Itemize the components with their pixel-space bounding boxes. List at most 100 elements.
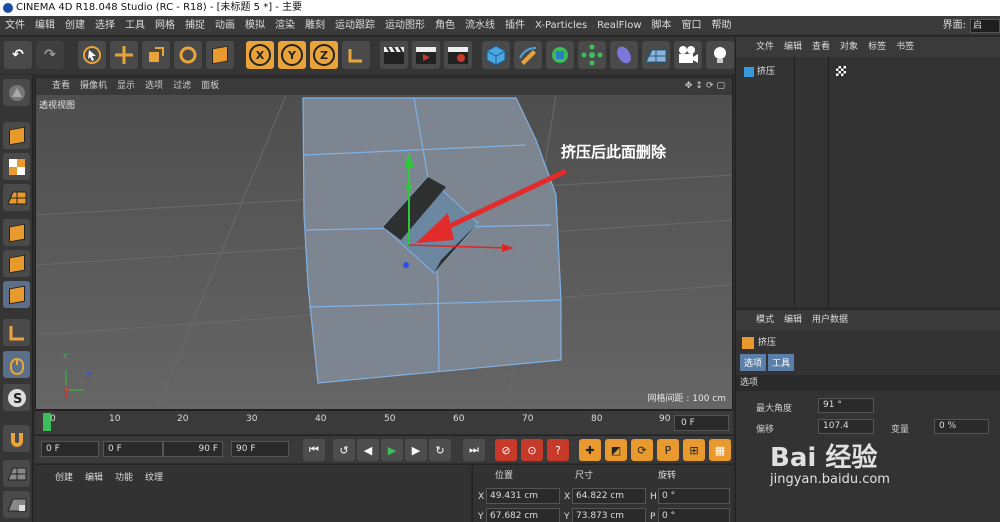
add-deformer-button[interactable] xyxy=(610,41,638,69)
variance-field[interactable]: 0 % xyxy=(934,419,989,434)
viewport-menu-options[interactable]: 选项 xyxy=(140,78,168,95)
z-axis-lock-button[interactable]: Z xyxy=(310,41,338,69)
snap-enable-button[interactable] xyxy=(3,425,30,452)
menu-snap[interactable]: 捕捉 xyxy=(180,16,210,36)
previous-key-button[interactable]: ↺ xyxy=(333,439,355,461)
rotation-h-field[interactable]: 0 ° xyxy=(658,488,730,504)
menu-motion-tracking[interactable]: 运动跟踪 xyxy=(330,16,380,36)
viewport-menu-camera[interactable]: 摄像机 xyxy=(75,78,112,95)
add-generator-button[interactable] xyxy=(546,41,574,69)
menu-select[interactable]: 选择 xyxy=(90,16,120,36)
menu-mograph[interactable]: 运动图形 xyxy=(380,16,430,36)
add-array-button[interactable] xyxy=(578,41,606,69)
tab-tool[interactable]: 工具 xyxy=(768,354,795,371)
add-spline-button[interactable] xyxy=(514,41,542,69)
menu-simulate[interactable]: 模拟 xyxy=(240,16,270,36)
add-camera-button[interactable] xyxy=(674,41,702,69)
polygons-mode-button[interactable] xyxy=(3,281,30,308)
record-button[interactable]: ⊘ xyxy=(495,439,517,461)
viewport-menu-filter[interactable]: 过滤 xyxy=(168,78,196,95)
add-floor-button[interactable] xyxy=(642,41,670,69)
x-axis-lock-button[interactable]: X xyxy=(246,41,274,69)
object-menu-tags[interactable]: 标签 xyxy=(863,37,891,57)
go-to-start-button[interactable]: ⏮ xyxy=(303,439,325,461)
add-light-button[interactable] xyxy=(706,41,734,69)
max-angle-field[interactable]: 91 ° xyxy=(818,398,874,413)
menu-edit[interactable]: 编辑 xyxy=(30,16,60,36)
add-cube-button[interactable] xyxy=(482,41,510,69)
menu-pipeline[interactable]: 流水线 xyxy=(460,16,500,36)
redo-button[interactable]: ↷ xyxy=(36,41,64,69)
current-frame-field[interactable]: 0 F xyxy=(674,415,729,431)
workplane-button[interactable] xyxy=(3,460,30,487)
menu-help[interactable]: 帮助 xyxy=(707,16,737,36)
menu-mesh[interactable]: 网格 xyxy=(150,16,180,36)
texture-tag-icon[interactable] xyxy=(836,66,846,76)
menu-script[interactable]: 脚本 xyxy=(647,16,677,36)
autokey-button[interactable]: ⊙ xyxy=(521,439,543,461)
position-x-field[interactable]: 49.431 cm xyxy=(486,488,560,504)
attribute-menu-edit[interactable]: 编辑 xyxy=(779,310,807,330)
end-frame-field[interactable]: 90 F xyxy=(231,441,289,457)
enable-axis-button[interactable] xyxy=(3,319,30,346)
points-mode-button[interactable] xyxy=(3,219,30,246)
y-axis-lock-button[interactable]: Y xyxy=(278,41,306,69)
tab-options[interactable]: 选项 xyxy=(740,354,767,371)
next-frame-button[interactable]: ▶ xyxy=(405,439,427,461)
layout-dropdown[interactable]: 启 xyxy=(970,19,1000,33)
record-rotation-button[interactable]: ⟳ xyxy=(631,439,653,461)
menu-file[interactable]: 文件 xyxy=(0,16,30,36)
object-menu-bookmarks[interactable]: 书签 xyxy=(891,37,919,57)
timeline-mode-button[interactable]: ▦ xyxy=(709,439,731,461)
edges-mode-button[interactable] xyxy=(3,250,30,277)
object-menu-objects[interactable]: 对象 xyxy=(835,37,863,57)
texture-mode-button[interactable] xyxy=(3,153,30,180)
viewport-menu-panel[interactable]: 面板 xyxy=(196,78,224,95)
render-view-button[interactable] xyxy=(380,41,408,69)
menu-tools[interactable]: 工具 xyxy=(120,16,150,36)
snap-settings-button[interactable]: S xyxy=(3,384,30,411)
size-y-field[interactable]: 73.873 cm xyxy=(572,508,646,522)
viewport-menu-view[interactable]: 查看 xyxy=(36,78,75,95)
menu-plugins[interactable]: 插件 xyxy=(500,16,530,36)
keyframe-selection-button[interactable]: ? xyxy=(547,439,569,461)
perspective-viewport[interactable]: 查看 摄像机 显示 选项 过滤 面板 ✥↕⟳▢ 透视视图 Y Z X 挤压后此面… xyxy=(35,77,733,410)
record-scale-button[interactable]: ◩ xyxy=(605,439,627,461)
make-editable-button[interactable] xyxy=(3,79,30,106)
record-pla-button[interactable]: ⊞ xyxy=(683,439,705,461)
go-to-end-button[interactable]: ⏭ xyxy=(463,439,485,461)
timeline[interactable]: 0 10 20 30 40 50 60 70 80 90 0 F xyxy=(35,410,733,434)
live-select-button[interactable] xyxy=(78,41,106,69)
viewport-menu-display[interactable]: 显示 xyxy=(112,78,140,95)
workplane-mode-button[interactable] xyxy=(3,184,30,211)
material-menu-create[interactable]: 创建 xyxy=(35,468,79,488)
rotate-button[interactable] xyxy=(174,41,202,69)
coordinate-system-button[interactable] xyxy=(342,41,370,69)
move-button[interactable] xyxy=(110,41,138,69)
start-frame-field[interactable]: 0 F xyxy=(41,441,99,457)
viewport-nav-icons[interactable]: ✥↕⟳▢ xyxy=(685,78,728,95)
record-position-button[interactable]: ✚ xyxy=(579,439,601,461)
size-x-field[interactable]: 64.822 cm xyxy=(572,488,646,504)
rotation-p-field[interactable]: 0 ° xyxy=(658,508,730,522)
play-button[interactable]: ▶ xyxy=(381,439,403,461)
material-menu-texture[interactable]: 纹理 xyxy=(139,468,169,488)
previous-frame-button[interactable]: ◀ xyxy=(357,439,379,461)
object-row[interactable]: 挤压 xyxy=(744,64,775,77)
offset-field[interactable]: 107.4 xyxy=(818,419,874,434)
object-menu-edit[interactable]: 编辑 xyxy=(779,37,807,57)
menu-create[interactable]: 创建 xyxy=(60,16,90,36)
range-end-field[interactable]: 90 F xyxy=(163,441,223,457)
menu-render[interactable]: 渲染 xyxy=(270,16,300,36)
position-y-field[interactable]: 67.682 cm xyxy=(486,508,560,522)
menu-animate[interactable]: 动画 xyxy=(210,16,240,36)
next-key-button[interactable]: ↻ xyxy=(429,439,451,461)
attribute-menu-mode[interactable]: 模式 xyxy=(736,310,779,330)
menu-character[interactable]: 角色 xyxy=(430,16,460,36)
attribute-menu-userdata[interactable]: 用户数据 xyxy=(807,310,853,330)
locked-workplane-button[interactable] xyxy=(3,491,30,518)
menu-realflow[interactable]: RealFlow xyxy=(592,16,646,36)
render-picture-viewer-button[interactable] xyxy=(412,41,440,69)
record-parameter-button[interactable]: P xyxy=(657,439,679,461)
scale-button[interactable] xyxy=(142,41,170,69)
